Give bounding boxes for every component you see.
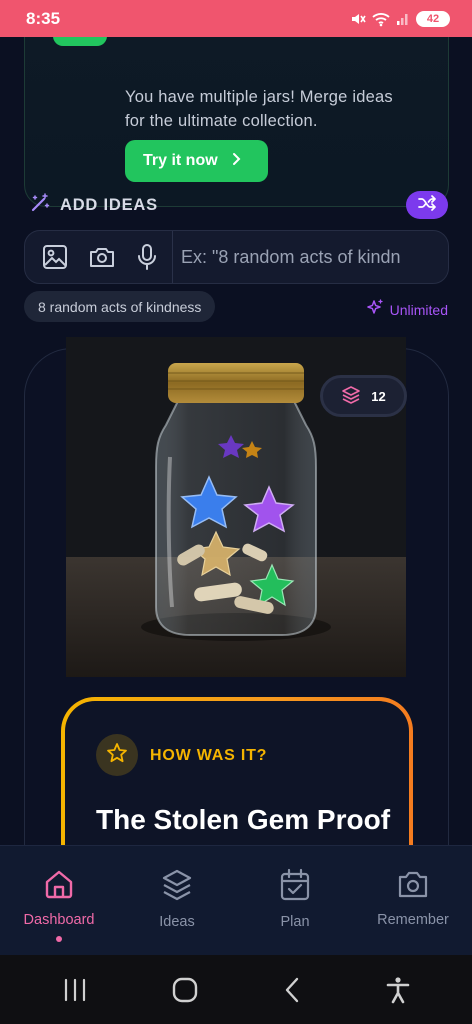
magic-wand-icon <box>30 192 50 218</box>
layers-icon <box>160 868 194 906</box>
accessibility-icon[interactable] <box>385 976 411 1004</box>
idea-count: 12 <box>371 388 386 404</box>
nav-ideas[interactable]: Ideas <box>118 846 236 955</box>
review-card-title: The Stolen Gem Proof to Dec <box>96 804 391 845</box>
try-it-now-label: Try it now <box>143 152 218 169</box>
app-content: You have multiple jars! Merge ideas for … <box>0 37 472 845</box>
idea-text-input[interactable] <box>173 231 448 283</box>
nav-plan[interactable]: Plan <box>236 846 354 955</box>
nav-dashboard-label: Dashboard <box>23 912 95 928</box>
nav-remember-label: Remember <box>377 912 449 928</box>
back-icon[interactable] <box>282 976 302 1004</box>
camera-icon[interactable] <box>88 245 116 269</box>
signal-icon <box>396 12 410 26</box>
active-indicator-dot <box>56 936 62 942</box>
add-ideas-title: ADD IDEAS <box>60 195 158 214</box>
home-icon <box>43 868 75 904</box>
mute-icon <box>350 11 366 27</box>
nav-ideas-label: Ideas <box>159 914 195 930</box>
quota-indicator: Unlimited <box>366 299 448 320</box>
banner-pill <box>53 37 107 46</box>
status-icons: 42 <box>350 10 450 27</box>
star-icon-badge <box>96 734 138 776</box>
home-button-icon[interactable] <box>171 976 199 1004</box>
quota-label: Unlimited <box>389 301 448 318</box>
nav-plan-label: Plan <box>280 914 310 930</box>
bottom-nav: Dashboard Ideas Plan Remember <box>0 845 472 955</box>
calendar-check-icon <box>279 868 311 906</box>
try-it-now-button[interactable]: Try it now <box>125 140 268 182</box>
image-icon[interactable] <box>42 244 68 270</box>
idea-input-bar <box>24 230 449 284</box>
sparkle-icon <box>366 299 384 320</box>
star-icon <box>106 742 128 769</box>
merge-banner-text: You have multiple jars! Merge ideas for … <box>125 88 393 130</box>
how-was-it-card[interactable]: HOW WAS IT? The Stolen Gem Proof to Dec <box>61 697 413 845</box>
add-ideas-header: ADD IDEAS <box>30 190 448 220</box>
recent-apps-icon[interactable] <box>62 978 88 1002</box>
battery-indicator: 42 <box>416 10 450 27</box>
shuffle-button[interactable] <box>406 191 448 219</box>
status-bar: 8:35 42 <box>0 0 472 37</box>
suggestion-chip[interactable]: 8 random acts of kindness <box>24 291 216 322</box>
nav-dashboard[interactable]: Dashboard <box>0 846 118 955</box>
how-was-it-label: HOW WAS IT? <box>150 747 268 764</box>
camera-icon <box>396 868 430 904</box>
wifi-icon <box>372 11 390 27</box>
nav-remember[interactable]: Remember <box>354 846 472 955</box>
status-time: 8:35 <box>26 8 61 28</box>
shuffle-icon <box>418 194 436 216</box>
idea-count-badge: 12 <box>320 375 407 417</box>
microphone-icon[interactable] <box>136 243 158 271</box>
how-was-it-inner: HOW WAS IT? The Stolen Gem Proof to Dec <box>65 701 409 845</box>
layers-icon <box>341 385 361 408</box>
chevron-right-icon <box>232 152 242 171</box>
system-nav-bar <box>0 955 472 1024</box>
input-attachment-icons <box>25 231 173 283</box>
